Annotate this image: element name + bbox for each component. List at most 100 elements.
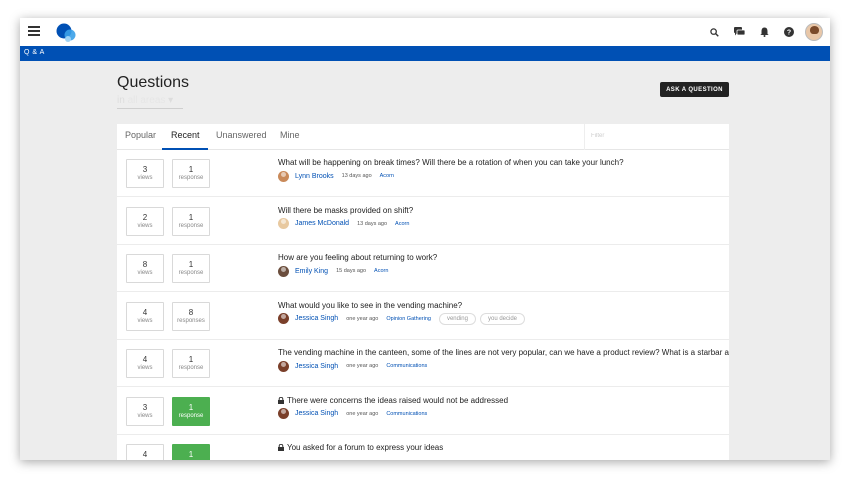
timestamp: one year ago (346, 410, 379, 417)
filter-field (584, 124, 729, 150)
page-header: Questions in all areas ▾ ASK A QUESTION (20, 61, 830, 123)
responses-label: response (178, 412, 204, 419)
question-title[interactable]: What would you like to see in the vendin… (278, 301, 462, 310)
topic-link[interactable]: Opinion Gathering (386, 316, 431, 322)
question-row[interactable]: 8 views 1 response How are you feeling about… (117, 245, 729, 292)
views-count: 4views (126, 349, 164, 378)
timestamp: 15 days ago (336, 268, 367, 274)
author-avatar (278, 218, 289, 229)
views-count: 8 views (126, 254, 164, 283)
question-meta: Jessica Singh one year ago Communications (278, 408, 435, 420)
question-row[interactable]: 4 views 1 response The vending machine in th… (117, 340, 729, 387)
views-label: views (137, 412, 153, 419)
responses-count: 1response (172, 396, 210, 426)
author-link[interactable]: Jessica Singh (295, 363, 338, 370)
question-row[interactable]: 4 views 8 responses What would you like to s… (117, 293, 729, 340)
question-title-text: What would you like to see in the vendin… (278, 300, 463, 310)
svg-text:?: ? (787, 30, 791, 37)
views-number: 8 (142, 260, 148, 269)
question-title[interactable]: There were concerns the ideas raised wou… (278, 396, 508, 405)
responses-number: 1 (188, 165, 194, 174)
app-logo[interactable] (56, 22, 78, 42)
author-avatar (278, 408, 289, 419)
filter-input[interactable] (585, 124, 725, 148)
views-count: 3 views (126, 396, 164, 426)
views-number: 3 (142, 402, 148, 412)
top-bar: ? (20, 18, 830, 46)
author-avatar (278, 265, 289, 277)
question-row[interactable]: 4views 1response You asked for a forum to … (117, 435, 729, 460)
responses-label: response (178, 222, 204, 229)
question-row[interactable]: 2 views 1 response Will there be masks provi… (117, 198, 729, 245)
responses-label: response (178, 365, 204, 371)
question-meta: Lynn Brooks 13 days ago Acorn (278, 170, 402, 182)
section-bar: Q & A (20, 46, 830, 61)
help-icon[interactable]: ? (779, 22, 799, 42)
views-label: views (137, 317, 153, 324)
views-label: views (137, 365, 153, 371)
ask-question-button[interactable]: ASK A QUESTION (660, 82, 729, 97)
author-link[interactable]: Jessica Singh (295, 410, 338, 417)
responses-count: 1response (172, 444, 210, 460)
question-row[interactable]: 3 views 1 response What will be happening on… (117, 150, 729, 197)
tag-chip[interactable]: you decide (479, 312, 526, 325)
views-number: 3 (142, 165, 148, 174)
responses-label: response (178, 270, 204, 276)
question-title[interactable]: You asked for a forum to express your id… (278, 443, 443, 452)
topic-link[interactable]: Communications (386, 411, 427, 417)
search-icon[interactable] (704, 22, 724, 42)
responses-count: 8 responses (172, 301, 210, 331)
area-value: all areas (127, 95, 166, 106)
question-title-text: Will there be masks provided on shift? (278, 205, 414, 215)
chevron-down-icon: ▾ (168, 95, 174, 106)
topic-link[interactable]: Communications (386, 363, 427, 369)
area-prefix: in (117, 95, 125, 106)
author-avatar (278, 170, 289, 182)
responses-count: 1response (172, 349, 210, 378)
author-link[interactable]: Jessica Singh (295, 315, 338, 322)
views-label: views (137, 222, 153, 229)
topic-link[interactable]: Acorn (395, 221, 409, 227)
timestamp: 13 days ago (341, 173, 372, 179)
question-title-text: How are you feeling about returning to w… (278, 253, 438, 262)
views-count: 4views (126, 444, 164, 460)
responses-number: 8 (188, 307, 194, 317)
author-link[interactable]: Emily King (295, 268, 328, 275)
tab-recent[interactable]: Recent (171, 130, 200, 140)
views-label: views (137, 270, 153, 276)
views-number: 4 (142, 450, 148, 459)
question-row[interactable]: 3 views 1 response There were concerns the i… (117, 388, 729, 435)
user-avatar[interactable] (804, 22, 824, 42)
question-meta: Jessica Singh one year ago Opinion Gatheri… (278, 312, 529, 325)
topic-link[interactable]: Acorn (374, 268, 388, 274)
page-title: Questions (117, 74, 190, 91)
author-avatar (278, 313, 289, 324)
question-title[interactable]: The vending machine in the canteen, some… (278, 348, 729, 357)
topic-link[interactable]: Acorn (380, 173, 394, 179)
responses-label: response (178, 175, 204, 181)
tab-popular[interactable]: Popular (125, 130, 156, 140)
question-title-text: There were concerns the ideas raised wou… (287, 395, 509, 405)
responses-number: 1 (188, 355, 194, 364)
questions-panel: Popular Recent Unanswered Mine 3views1re… (117, 124, 729, 460)
tab-mine[interactable]: Mine (280, 130, 300, 140)
question-title[interactable]: Will there be masks provided on shift? (278, 206, 413, 215)
author-avatar (278, 360, 289, 372)
responses-label: responses (177, 317, 205, 324)
tag-chip[interactable]: vending (438, 312, 476, 325)
author-link[interactable]: James McDonald (295, 220, 349, 227)
bell-icon[interactable] (754, 22, 774, 42)
question-title[interactable]: How are you feeling about returning to w… (278, 253, 437, 262)
chat-icon[interactable] (729, 22, 749, 42)
question-title-text: The vending machine in the canteen, some… (278, 348, 729, 357)
views-count: 2 views (126, 206, 164, 236)
menu-icon[interactable] (28, 26, 40, 36)
question-title-text: You asked for a forum to express your id… (287, 443, 444, 452)
question-title[interactable]: What will be happening on break times? W… (278, 158, 624, 167)
question-meta: Emily King 15 days ago Acorn (278, 265, 396, 277)
author-link[interactable]: Lynn Brooks (295, 173, 334, 180)
views-number: 4 (142, 307, 148, 317)
responses-count: 1response (172, 159, 210, 188)
tab-unanswered[interactable]: Unanswered (216, 130, 267, 140)
area-selector[interactable]: in all areas ▾ (117, 95, 183, 109)
